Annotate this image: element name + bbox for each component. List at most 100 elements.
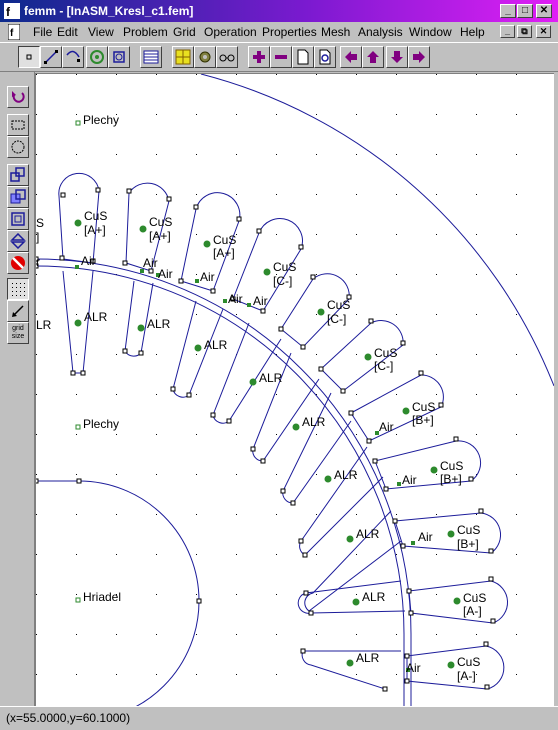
pan-right-button[interactable]: [408, 46, 430, 68]
run-analysis-button[interactable]: [194, 46, 216, 68]
label-left-bracket: ]: [36, 230, 39, 244]
scale-icon: [11, 212, 25, 226]
mdi-close-button[interactable]: ✕: [536, 25, 551, 38]
svg-text:Air: Air: [402, 473, 417, 487]
left-toolbar: grid size: [0, 72, 35, 706]
main-toolbar: [0, 42, 558, 72]
arrow-up-icon: [367, 51, 379, 63]
minimize-button[interactable]: _: [500, 4, 516, 18]
svg-text:ALR: ALR: [204, 338, 228, 352]
mesh-icon: [175, 49, 191, 65]
circle-select-button[interactable]: [7, 136, 29, 158]
svg-text:CuS: CuS: [457, 655, 480, 669]
arc-mode-button[interactable]: [62, 46, 84, 68]
menu-problem[interactable]: Problem: [123, 25, 168, 39]
mirror-icon: [10, 233, 26, 249]
svg-text:CuS: CuS: [149, 215, 172, 229]
rect-select-button[interactable]: [7, 114, 29, 136]
svg-text:ALR: ALR: [259, 371, 283, 385]
document-icon[interactable]: f: [8, 24, 20, 40]
svg-text:[C-]: [C-]: [327, 312, 346, 326]
block-label-mode-button[interactable]: [86, 46, 108, 68]
title-bar: f femm - [InASM_Kresl_c1.fem] _ □ ✕: [0, 0, 558, 22]
grid-dots-icon: [12, 283, 25, 296]
zoom-in-button[interactable]: [248, 46, 270, 68]
glasses-icon: [219, 54, 235, 62]
undo-button[interactable]: [7, 86, 29, 108]
mdi-restore-button[interactable]: ⧉: [517, 25, 532, 38]
circle-select-icon: [11, 140, 25, 154]
menu-view[interactable]: View: [88, 25, 114, 39]
label-left-r: r: [36, 255, 40, 269]
properties-grid-button[interactable]: [140, 46, 162, 68]
close-button[interactable]: ✕: [536, 4, 552, 18]
menu-properties[interactable]: Properties: [262, 25, 317, 39]
svg-text:[A-]: [A-]: [457, 669, 476, 683]
zoom-window-button[interactable]: [314, 46, 336, 68]
mesh-button[interactable]: [172, 46, 194, 68]
show-grid-button[interactable]: [7, 278, 29, 300]
svg-text:Air: Air: [253, 294, 268, 308]
mirror-button[interactable]: [7, 230, 29, 252]
segment-mode-button[interactable]: [40, 46, 62, 68]
view-results-button[interactable]: [216, 46, 238, 68]
drawing-canvas[interactable]: Plechy Plechy Hriadel S ] r LR CuS [A+] C…: [35, 73, 554, 707]
copy-button[interactable]: [7, 164, 29, 186]
geometry-view[interactable]: Plechy Plechy Hriadel S ] r LR CuS[A+] C…: [36, 74, 554, 707]
pan-down-button[interactable]: [386, 46, 408, 68]
block-label-icon: [90, 50, 104, 64]
page-icon: [297, 49, 309, 65]
grid-size-label-2: size: [11, 333, 25, 340]
maximize-button[interactable]: □: [517, 4, 533, 18]
femm-app-icon[interactable]: f: [4, 3, 20, 19]
svg-text:ALR: ALR: [356, 527, 380, 541]
air-label[interactable]: Air: [156, 267, 173, 281]
pan-up-button[interactable]: [362, 46, 384, 68]
svg-text:CuS: CuS: [412, 400, 435, 414]
menu-operation[interactable]: Operation: [204, 25, 257, 39]
node-mode-button[interactable]: [18, 46, 40, 68]
move-button[interactable]: [7, 186, 29, 208]
pan-left-button[interactable]: [340, 46, 362, 68]
svg-text:ALR: ALR: [362, 590, 386, 604]
zoom-natural-button[interactable]: [292, 46, 314, 68]
svg-text:Air: Air: [406, 661, 421, 675]
menu-analysis[interactable]: Analysis: [358, 25, 403, 39]
menu-window[interactable]: Window: [409, 25, 452, 39]
scale-button[interactable]: [7, 208, 29, 230]
label-hriadel[interactable]: Hriadel: [75, 590, 121, 604]
label-plechy-top[interactable]: Plechy: [75, 113, 119, 127]
menu-help[interactable]: Help: [460, 25, 485, 39]
svg-text:Air: Air: [200, 270, 215, 284]
svg-text:[B+]: [B+]: [440, 472, 462, 486]
svg-text:Plechy: Plechy: [83, 417, 119, 431]
menu-grid[interactable]: Grid: [173, 25, 196, 39]
svg-text:[A-]: [A-]: [463, 604, 482, 618]
svg-text:ALR: ALR: [147, 317, 171, 331]
svg-text:Air: Air: [143, 256, 158, 270]
rect-select-icon: [11, 120, 25, 130]
air-label[interactable]: Air: [406, 661, 421, 675]
window-title: femm - [InASM_Kresl_c1.fem]: [24, 4, 194, 18]
menu-file[interactable]: File: [33, 25, 52, 39]
zoom-out-button[interactable]: [270, 46, 292, 68]
svg-text:[A+]: [A+]: [84, 223, 106, 237]
mdi-minimize-button[interactable]: _: [500, 25, 515, 38]
group-mode-button[interactable]: [108, 46, 130, 68]
svg-text:Air: Air: [81, 254, 96, 268]
svg-text:CuS: CuS: [457, 523, 480, 537]
segment-icon: [44, 50, 58, 64]
menu-edit[interactable]: Edit: [57, 25, 78, 39]
svg-text:Air: Air: [228, 292, 243, 306]
snap-grid-button[interactable]: [7, 300, 29, 322]
arrow-right-icon: [413, 51, 425, 63]
grid-size-button[interactable]: grid size: [7, 322, 29, 344]
undo-icon: [12, 91, 25, 103]
label-plechy-mid[interactable]: Plechy: [75, 417, 119, 431]
label-left-s: S: [36, 216, 44, 230]
svg-text:Air: Air: [158, 267, 173, 281]
plus-icon: [253, 51, 265, 63]
menu-mesh[interactable]: Mesh: [321, 25, 350, 39]
snap-arrow-icon: [12, 305, 24, 317]
delete-button[interactable]: [7, 252, 29, 274]
